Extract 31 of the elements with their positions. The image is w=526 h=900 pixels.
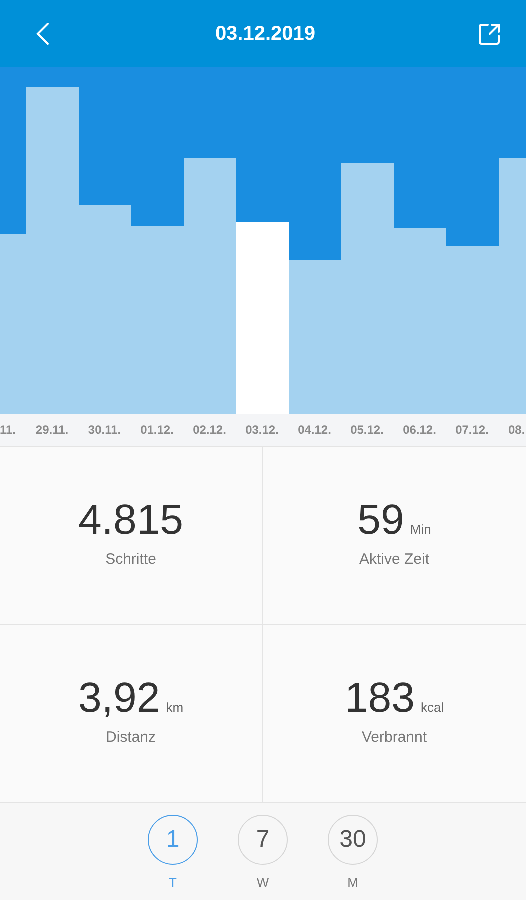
date-label: 07.12.	[456, 422, 489, 439]
date-label: 02.12.	[193, 422, 226, 439]
stat-label: Schritte	[106, 550, 156, 570]
chart-bar[interactable]	[498, 158, 526, 414]
date-label: 30.11.	[88, 422, 122, 439]
date-label: 29.11.	[36, 422, 69, 439]
stat-unit: km	[166, 699, 184, 717]
date-label: 08.	[508, 422, 526, 439]
chart-bar[interactable]	[288, 260, 341, 414]
chart-bar[interactable]	[236, 222, 288, 414]
stat-value: 4.815	[78, 499, 184, 541]
stat-label: Verbrannt	[362, 728, 428, 748]
date-label: 06.12.	[403, 422, 436, 439]
header-title: 03.12.2019	[215, 22, 316, 46]
share-icon	[478, 22, 501, 44]
stat-label: Distanz	[106, 728, 156, 748]
chart-bar[interactable]	[184, 158, 236, 414]
stat-value: 183	[344, 677, 415, 719]
date-label: 04.12.	[298, 422, 332, 439]
stat-unit: kcal	[420, 699, 444, 717]
stat-value: 3,92	[78, 677, 160, 719]
date-label: 01.12.	[140, 422, 174, 439]
date-label: 11.	[0, 422, 16, 439]
share-button[interactable]	[478, 22, 503, 46]
chart-bar[interactable]	[0, 234, 26, 414]
date-label: 03.12.	[246, 422, 279, 439]
date-label: 05.12.	[350, 422, 384, 439]
back-icon	[36, 22, 50, 46]
stat-value: 59	[358, 499, 404, 541]
stat-unit: Min	[410, 521, 432, 539]
stat-label: Aktive Zeit	[359, 550, 430, 570]
